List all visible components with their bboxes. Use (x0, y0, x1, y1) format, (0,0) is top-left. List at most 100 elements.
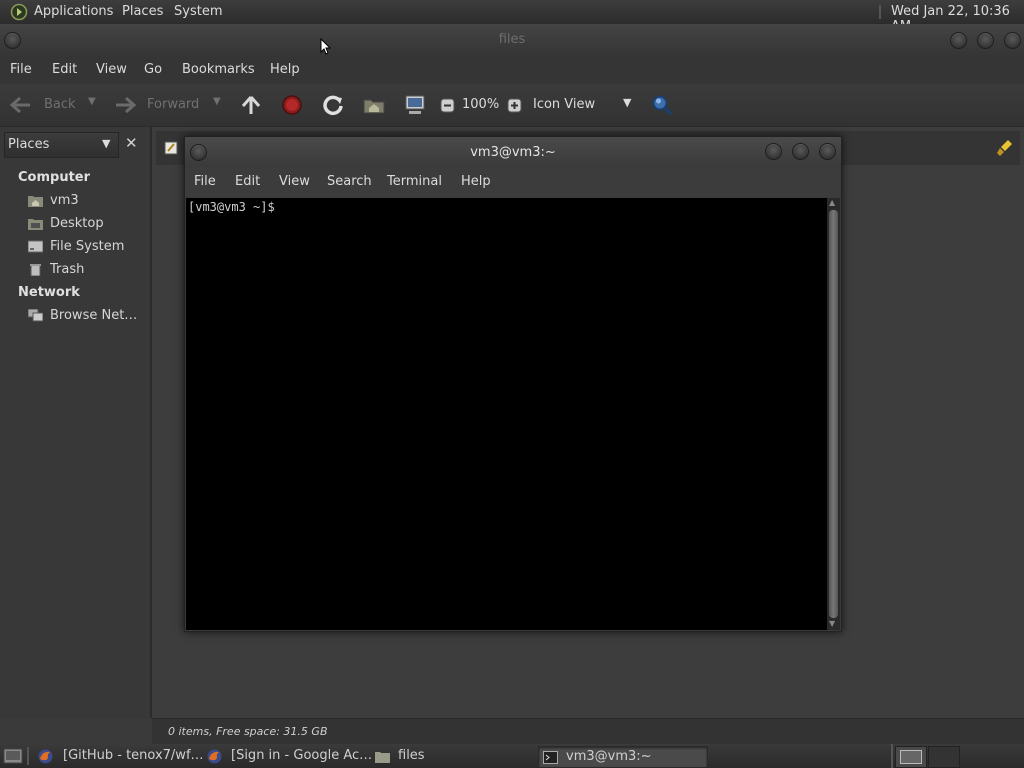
taskbar-item-label: [GitHub - tenox7/wf… (63, 748, 204, 763)
search-icon[interactable] (651, 94, 673, 116)
taskbar-item-label: files (398, 748, 425, 763)
sidebar: Places ▼ ✕ Computer vm3 Desktop File Sys… (0, 127, 152, 718)
taskbar-item-google[interactable]: [Sign in - Google Ac… (203, 746, 373, 766)
system-menu[interactable]: System (174, 4, 222, 19)
sidebar-item-file-system[interactable]: File System (28, 239, 138, 257)
sidebar-item-vm3[interactable]: vm3 (28, 193, 138, 211)
sidebar-selector[interactable]: Places ▼ (4, 132, 119, 158)
terminal-titlebar[interactable]: vm3@vm3:~ (185, 137, 841, 167)
terminal-menu-edit[interactable]: Edit (235, 174, 260, 189)
show-desktop-icon[interactable] (3, 748, 23, 764)
applications-menu[interactable]: Applications (34, 4, 113, 19)
places-menu[interactable]: Places (122, 4, 163, 19)
computer-icon[interactable] (404, 94, 426, 116)
maximize-button[interactable] (977, 32, 994, 49)
menu-go[interactable]: Go (144, 62, 162, 77)
taskbar-item-label: [Sign in - Google Ac… (231, 748, 373, 763)
trash-icon (30, 264, 41, 276)
taskbar-item-files[interactable]: files (371, 746, 531, 766)
sidebar-item-desktop[interactable]: Desktop (28, 216, 138, 234)
view-mode-select[interactable]: Icon View ▼ (530, 94, 638, 116)
forward-dropdown-icon[interactable]: ▼ (213, 96, 221, 107)
back-dropdown-icon[interactable]: ▼ (88, 96, 96, 107)
reload-icon[interactable] (322, 94, 344, 116)
sidebar-heading-network: Network (18, 285, 80, 300)
sidebar-item-label: File System (50, 239, 125, 254)
bottom-panel: [GitHub - tenox7/wf… [Sign in - Google A… (0, 744, 1024, 768)
close-button[interactable] (819, 143, 836, 160)
terminal-menu-terminal[interactable]: Terminal (387, 174, 442, 189)
folder-icon (375, 752, 390, 763)
workspace-1[interactable] (900, 750, 922, 764)
workspace-2[interactable] (928, 746, 960, 768)
taskbar-item-github[interactable]: [GitHub - tenox7/wf… (34, 746, 204, 766)
zoom-level: 100% (462, 97, 500, 112)
terminal-menu-search[interactable]: Search (327, 174, 372, 189)
terminal-menu-view[interactable]: View (279, 174, 310, 189)
top-panel: Applications Places System Wed Jan 22, 1… (0, 0, 1024, 34)
panel-separator (27, 747, 29, 765)
scroll-up-icon[interactable]: ▲ (829, 198, 835, 207)
sidebar-item-label: vm3 (50, 193, 79, 208)
home-folder-icon[interactable] (363, 96, 385, 114)
drive-icon (28, 240, 43, 253)
sidebar-item-browse-network[interactable]: Browse Net… (28, 308, 143, 326)
sidebar-selector-value: Places (8, 137, 50, 152)
sidebar-heading-computer: Computer (18, 170, 91, 185)
terminal-menu-help[interactable]: Help (461, 174, 491, 189)
distro-logo-icon[interactable] (9, 3, 29, 21)
terminal-scrollbar[interactable]: ▲ ▼ (827, 198, 840, 630)
scroll-down-icon[interactable]: ▼ (829, 619, 835, 628)
terminal-menu-file[interactable]: File (194, 174, 216, 189)
menu-edit[interactable]: Edit (52, 62, 77, 77)
back-button[interactable]: Back ▼ (8, 94, 103, 116)
forward-arrow-icon (116, 96, 136, 114)
panel-separator (879, 5, 881, 19)
file-manager-menubar: File Edit View Go Bookmarks Help (0, 56, 1024, 84)
mouse-cursor-icon (320, 38, 332, 55)
stop-icon[interactable] (281, 94, 303, 116)
taskbar-item-terminal[interactable]: vm3@vm3:~ (538, 746, 708, 768)
file-manager-toolbar: Back ▼ Forward ▼ 100% Icon View ▼ (0, 84, 1024, 127)
terminal-menubar: File Edit View Search Terminal Help (185, 167, 841, 197)
zoom-out-icon[interactable] (440, 98, 455, 113)
file-manager-titlebar[interactable]: files (0, 24, 1024, 56)
close-sidebar-icon[interactable]: ✕ (125, 134, 138, 152)
chevron-down-icon: ▼ (102, 137, 111, 150)
minimize-button[interactable] (765, 143, 782, 160)
firefox-icon (38, 749, 53, 764)
maximize-button[interactable] (792, 143, 809, 160)
network-icon (28, 309, 43, 322)
menu-help[interactable]: Help (270, 62, 300, 77)
terminal-window[interactable]: vm3@vm3:~ File Edit View Search Terminal… (184, 136, 842, 632)
back-label: Back (44, 97, 76, 112)
scrollbar-thumb[interactable] (829, 210, 838, 618)
close-button[interactable] (1004, 32, 1021, 49)
workspace-switcher[interactable] (895, 746, 927, 768)
terminal-screen[interactable]: [vm3@vm3 ~]$ (186, 198, 827, 630)
menu-file[interactable]: File (10, 62, 32, 77)
sidebar-item-trash[interactable]: Trash (28, 262, 138, 280)
firefox-icon (207, 749, 222, 764)
up-icon[interactable] (240, 94, 262, 116)
home-folder-icon (28, 196, 43, 207)
terminal-icon (543, 751, 558, 764)
menu-bookmarks[interactable]: Bookmarks (182, 62, 255, 77)
view-mode-value: Icon View (533, 97, 596, 112)
forward-label: Forward (147, 97, 200, 112)
edit-location-icon[interactable] (164, 141, 178, 155)
terminal-prompt: [vm3@vm3 ~]$ (188, 200, 275, 214)
menu-view[interactable]: View (96, 62, 127, 77)
clear-icon[interactable] (997, 139, 1015, 157)
desktop-folder-icon (28, 219, 43, 230)
zoom-in-icon[interactable] (507, 98, 522, 113)
window-title: files (498, 32, 526, 47)
back-arrow-icon (10, 96, 30, 114)
panel-separator (891, 744, 893, 768)
status-text: 0 items, Free space: 31.5 GB (168, 725, 328, 738)
sidebar-item-label: Trash (50, 262, 85, 277)
terminal-title: vm3@vm3:~ (470, 145, 556, 160)
minimize-button[interactable] (950, 32, 967, 49)
chevron-down-icon: ▼ (623, 96, 632, 109)
forward-button[interactable]: Forward ▼ (112, 94, 226, 116)
